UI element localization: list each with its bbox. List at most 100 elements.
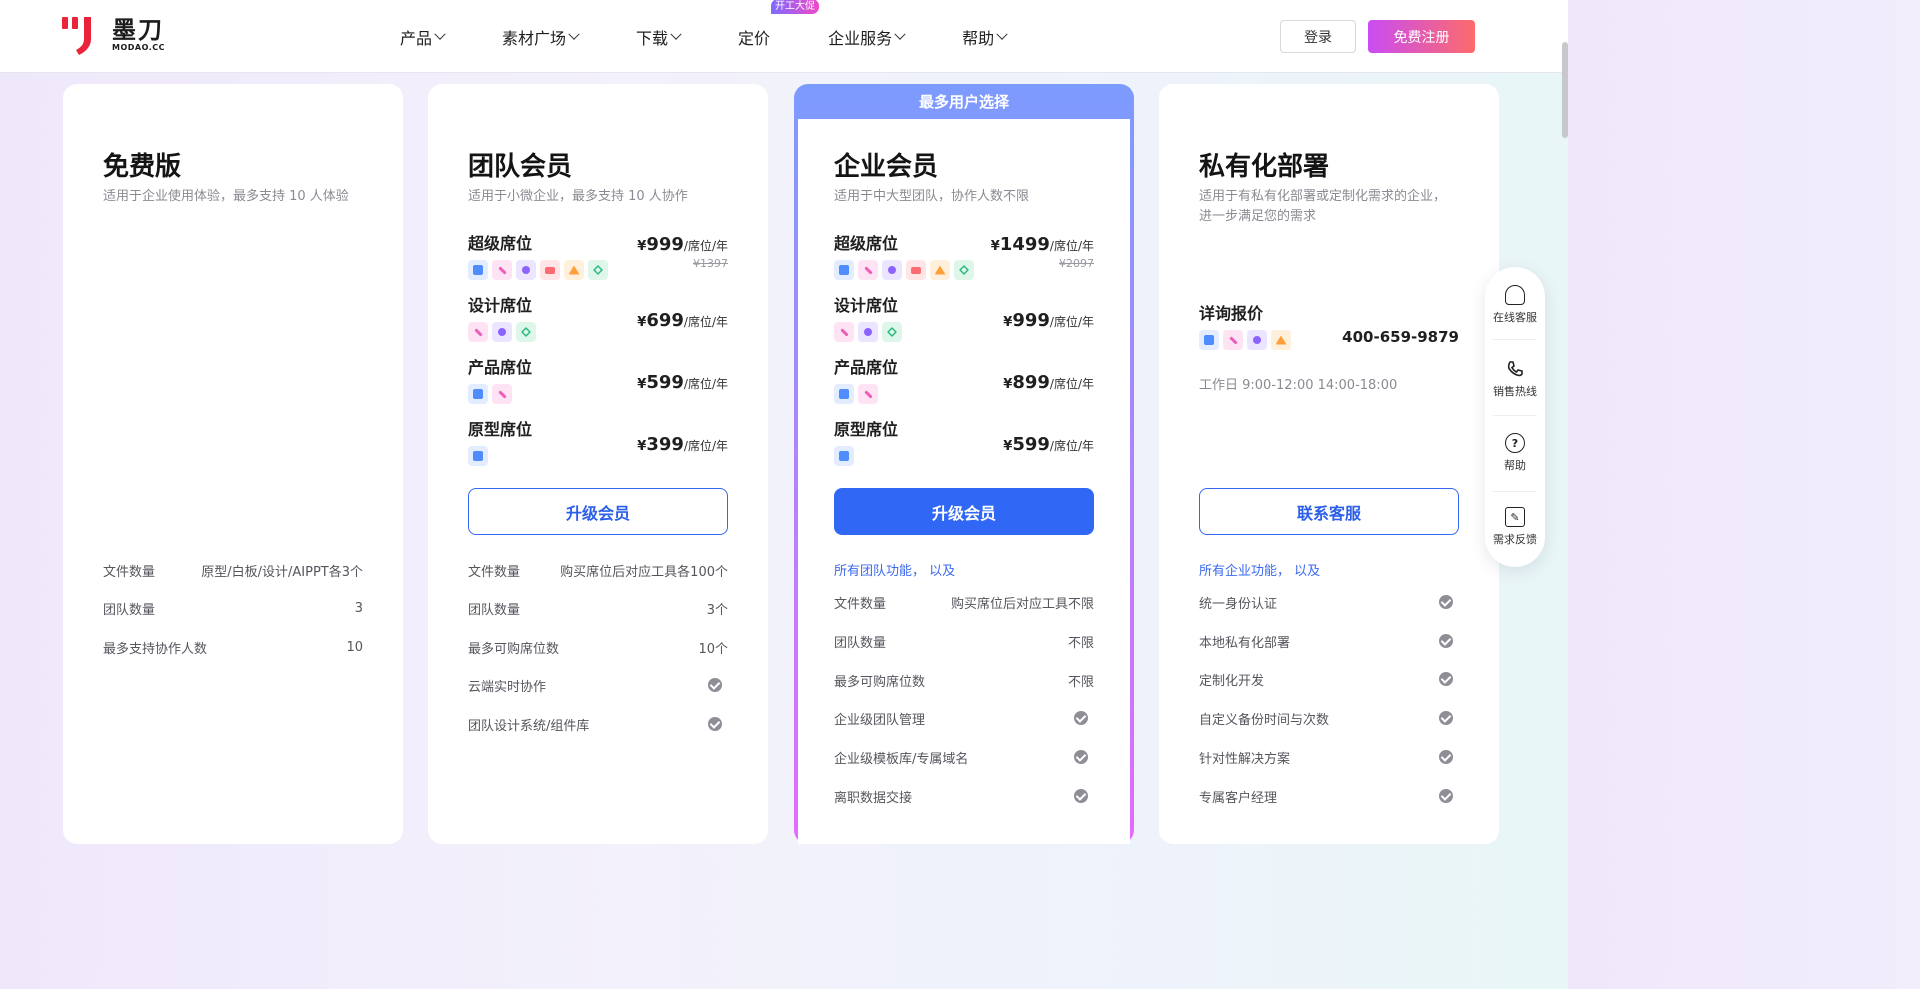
code-icon — [882, 322, 902, 342]
check-icon — [708, 717, 722, 731]
nav-assets[interactable]: 素材广场 — [502, 25, 580, 49]
plan-card-enterprise: 最多用户选择 企业会员 适用于中大型团队，协作人数不限 超级席位 ¥1499/席… — [794, 84, 1134, 844]
sales-hotline-button[interactable]: 销售热线 — [1485, 359, 1545, 399]
seat-price: ¥1499/席位/年 ¥2097 — [990, 234, 1094, 270]
prototype-icon — [1199, 330, 1219, 350]
promo-badge: 开工大促 — [771, 0, 820, 14]
prototype-icon — [834, 384, 854, 404]
feature-row: 统一身份认证 — [1199, 592, 1459, 612]
feedback-button[interactable]: ✎ 需求反馈 — [1485, 507, 1545, 547]
check-icon — [1439, 634, 1453, 648]
check-icon — [1439, 595, 1453, 609]
flowchart-icon — [930, 260, 950, 280]
seat-prototype: 原型席位 ¥599/席位/年 — [834, 416, 1094, 472]
contact-service-button[interactable]: 联系客服 — [1199, 488, 1459, 535]
help-button[interactable]: ? 帮助 — [1485, 433, 1545, 473]
aippt-icon — [906, 260, 926, 280]
upgrade-button[interactable]: 升级会员 — [468, 488, 728, 535]
upgrade-button[interactable]: 升级会员 — [834, 488, 1094, 535]
design-icon — [858, 322, 878, 342]
top-nav-bar: 墨刀 MODAO.CC 产品 素材广场 下载 定价 开工大促 企业服务 帮助 登… — [0, 0, 1568, 138]
feature-row: 定制化开发 — [1199, 669, 1459, 689]
flowchart-icon — [1271, 330, 1291, 350]
plan-title: 企业会员 — [834, 152, 939, 182]
plan-desc: 适用于中大型团队，协作人数不限 — [834, 189, 1030, 204]
prototype-icon — [468, 384, 488, 404]
seat-price: ¥399/席位/年 — [637, 434, 728, 455]
features-heading: 所有团队功能， 以及 — [834, 564, 956, 579]
chevron-down-icon — [996, 28, 1008, 40]
feature-row: 本地私有化部署 — [1199, 631, 1459, 651]
seat-design: 设计席位 ¥999/席位/年 — [834, 292, 1094, 348]
seat-prototype: 原型席位 ¥399/席位/年 — [468, 416, 728, 472]
feature-row: 文件数量 购买席位后对应工具不限 — [834, 596, 1094, 612]
floating-service-bar: 在线客服 销售热线 ? 帮助 ✎ 需求反馈 — [1485, 267, 1545, 567]
seat-product: 产品席位 ¥899/席位/年 — [834, 354, 1094, 410]
login-button[interactable]: 登录 — [1280, 20, 1356, 53]
feature-row: 最多可购席位数 10个 — [468, 641, 728, 657]
plan-title: 免费版 — [103, 152, 182, 182]
feature-row: 文件数量 原型/白板/设计/AIPPT各3个 — [103, 564, 363, 580]
logo-name: 墨刀 — [112, 16, 164, 44]
feature-row: 企业级团队管理 — [834, 708, 1094, 728]
logo[interactable]: 墨刀 MODAO.CC — [62, 15, 165, 55]
seat-design: 设计席位 ¥699/席位/年 — [468, 292, 728, 348]
prototype-icon — [468, 446, 488, 466]
seat-super: 超级席位 ¥999/席位/年 ¥1397 — [468, 230, 728, 286]
seat-product: 产品席位 ¥599/席位/年 — [468, 354, 728, 410]
plan-title: 团队会员 — [468, 152, 573, 182]
plan-card-free: 免费版 适用于企业使用体验，最多支持 10 人体验 文件数量 原型/白板/设计/A… — [63, 84, 403, 844]
seat-price: ¥599/席位/年 — [637, 372, 728, 393]
prototype-icon — [834, 260, 854, 280]
nav-help[interactable]: 帮助 — [962, 25, 1008, 49]
plan-desc: 适用于有私有化部署或定制化需求的企业，进一步满足您的需求 — [1199, 189, 1447, 224]
chevron-down-icon — [670, 28, 682, 40]
check-icon — [1074, 789, 1088, 803]
phone-icon — [1505, 359, 1525, 379]
feature-row: 团队数量 3个 — [468, 602, 728, 618]
whiteboard-icon — [492, 384, 512, 404]
seat-price: ¥999/席位/年 ¥1397 — [637, 234, 728, 270]
plan-title: 私有化部署 — [1199, 152, 1330, 182]
feature-row: 最多可购席位数 不限 — [834, 674, 1094, 690]
code-icon — [516, 322, 536, 342]
whiteboard-icon — [492, 260, 512, 280]
nav-download[interactable]: 下载 — [636, 25, 682, 49]
feature-row: 针对性解决方案 — [1199, 747, 1459, 767]
sales-phone: 400-659-9879 — [1342, 328, 1459, 346]
feature-row: 自定义备份时间与次数 — [1199, 708, 1459, 728]
plan-desc: 适用于企业使用体验，最多支持 10 人体验 — [103, 189, 349, 204]
chevron-down-icon — [894, 28, 906, 40]
plan-desc: 适用于小微企业，最多支持 10 人协作 — [468, 189, 688, 204]
online-service-button[interactable]: 在线客服 — [1485, 285, 1545, 325]
code-icon — [588, 260, 608, 280]
nav-pricing[interactable]: 定价 开工大促 — [738, 0, 820, 49]
check-icon — [1074, 711, 1088, 725]
feature-row: 专属客户经理 — [1199, 786, 1459, 806]
seat-price: ¥599/席位/年 — [1003, 434, 1094, 455]
whiteboard-icon — [834, 322, 854, 342]
nav-enterprise[interactable]: 企业服务 — [828, 25, 906, 49]
most-popular-banner: 最多用户选择 — [918, 93, 1009, 111]
feature-row: 团队数量 不限 — [834, 635, 1094, 651]
modao-logo-icon — [62, 15, 108, 55]
check-icon — [1439, 711, 1453, 725]
plan-card-private: 私有化部署 适用于有私有化部署或定制化需求的企业，进一步满足您的需求 详询报价 … — [1159, 84, 1499, 844]
prototype-icon — [468, 260, 488, 280]
whiteboard-icon — [858, 260, 878, 280]
feature-row: 团队设计系统/组件库 — [468, 714, 728, 734]
register-button[interactable]: 免费注册 — [1368, 20, 1475, 53]
page-scrollbar[interactable] — [1562, 42, 1568, 138]
nav-product[interactable]: 产品 — [400, 25, 446, 49]
work-hours: 工作日 9:00-12:00 14:00-18:00 — [1199, 378, 1398, 393]
feedback-icon: ✎ — [1505, 507, 1525, 527]
seat-price: ¥699/席位/年 — [637, 310, 728, 331]
design-icon — [516, 260, 536, 280]
aippt-icon — [540, 260, 560, 280]
design-icon — [1247, 330, 1267, 350]
feature-row: 团队数量 3 — [103, 600, 363, 618]
feature-row: 云端实时协作 — [468, 675, 728, 695]
seat-super: 超级席位 ¥1499/席位/年 ¥2097 — [834, 230, 1094, 286]
flowchart-icon — [564, 260, 584, 280]
seat-price: ¥999/席位/年 — [1003, 310, 1094, 331]
